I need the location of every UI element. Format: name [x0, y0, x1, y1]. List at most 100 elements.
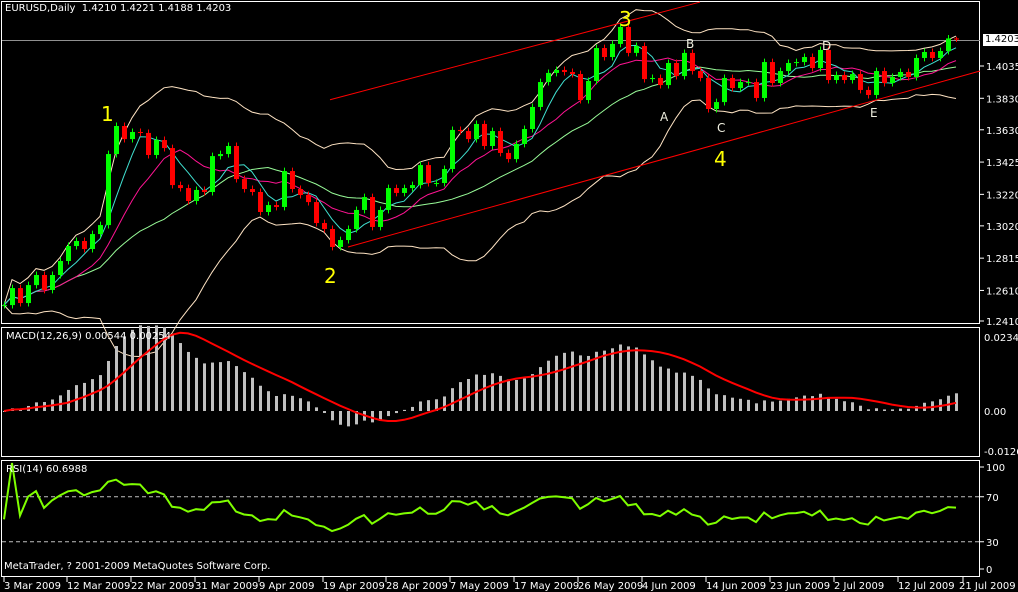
- candle-body: [130, 131, 135, 140]
- time-axis-label: 9 Apr 2009: [259, 581, 314, 592]
- macd-histogram-bar: [571, 351, 574, 411]
- candle-body: [106, 154, 111, 226]
- candle-body: [914, 57, 919, 78]
- macd-histogram-bar: [515, 379, 518, 411]
- candle-body: [274, 205, 279, 207]
- macd-histogram-bar: [843, 401, 846, 411]
- time-axis-label: 14 Jun 2009: [706, 581, 766, 592]
- candle-body: [482, 123, 487, 147]
- macd-histogram-bar: [731, 397, 734, 411]
- candle-body: [354, 209, 359, 230]
- macd-histogram-bar: [867, 409, 870, 411]
- price-axis-label: 1.4035: [986, 62, 1018, 73]
- price-pane: [2, 1, 981, 358]
- candle-body: [610, 43, 615, 58]
- macd-histogram-bar: [299, 398, 302, 411]
- macd-histogram-bar: [91, 379, 94, 411]
- time-axis-label: 4 Jun 2009: [642, 581, 696, 592]
- macd-histogram-bar: [547, 360, 550, 411]
- candle-body: [602, 48, 607, 58]
- candle-body: [90, 234, 95, 250]
- candle-body: [890, 77, 895, 84]
- macd-histogram-bar: [899, 408, 902, 411]
- wave-label-a: A: [660, 110, 669, 124]
- candle-body: [506, 152, 511, 160]
- macd-histogram-bar: [451, 388, 454, 411]
- candle-body: [642, 45, 647, 80]
- macd-axis-label: 0.00: [984, 407, 1006, 418]
- main-pane-frame: [1, 1, 980, 324]
- rsi-axis-label: 0: [986, 565, 992, 576]
- macd-histogram-bar: [491, 373, 494, 411]
- macd-histogram-bar: [827, 396, 830, 411]
- macd-histogram-bar: [75, 385, 78, 411]
- time-axis-label: 3 Mar 2009: [4, 581, 61, 592]
- macd-histogram-bar: [883, 409, 886, 411]
- macd-label: MACD(12,26,9) 0.00544 0.00254: [6, 331, 172, 342]
- macd-histogram-bar: [779, 400, 782, 411]
- macd-histogram-bar: [331, 411, 334, 421]
- candle-body: [58, 260, 63, 276]
- candle-body: [114, 126, 119, 155]
- pane-frames: [1, 1, 980, 577]
- macd-histogram-bar: [715, 394, 718, 411]
- time-axis-label: 21 Jul 2009: [959, 581, 1016, 592]
- candle-body: [826, 49, 831, 81]
- candle-body: [322, 223, 327, 230]
- time-axis-label: 26 May 2009: [578, 581, 643, 592]
- candle-body: [474, 123, 479, 140]
- macd-histogram-bar: [675, 372, 678, 411]
- macd-histogram-bar: [643, 354, 646, 411]
- candle-body: [546, 72, 551, 83]
- candle-body: [458, 129, 463, 132]
- time-axis-label: 12 Mar 2009: [67, 581, 130, 592]
- candle-body: [530, 106, 535, 129]
- wave-label-e: E: [870, 106, 878, 120]
- macd-histogram-bar: [211, 362, 214, 411]
- candle-body: [794, 62, 799, 64]
- macd-histogram-bar: [411, 406, 414, 411]
- wave-label-b: B: [686, 37, 695, 51]
- candle-body: [882, 71, 887, 84]
- candle-body: [698, 71, 703, 78]
- candle-body: [490, 131, 495, 147]
- chart-canvas[interactable]: 1.4035 1.3830 1.3630 1.3425 1.3220 1.3020 1.28…: [0, 0, 1018, 592]
- macd-histogram-bar: [243, 372, 246, 411]
- candle-body: [522, 129, 527, 144]
- candle-body: [498, 131, 503, 153]
- ma-slow-line: [3, 66, 957, 306]
- candle-body: [650, 77, 655, 80]
- rsi-pane: [2, 462, 980, 543]
- candle-body: [194, 189, 199, 201]
- candle-body: [282, 171, 287, 207]
- macd-histogram-bar: [611, 348, 614, 411]
- copyright-text: MetaTrader, ? 2001-2009 MetaQuotes Softw…: [4, 561, 271, 572]
- candle-body: [50, 275, 55, 290]
- candle-body: [18, 288, 23, 304]
- candle-body: [866, 89, 871, 95]
- macd-histogram-bar: [403, 409, 406, 411]
- candle-body: [778, 71, 783, 84]
- time-axis-label: 17 May 2009: [514, 581, 579, 592]
- candle-body: [42, 275, 47, 290]
- macd-histogram-bar: [619, 344, 622, 411]
- candle-body: [586, 80, 591, 101]
- candle-body: [186, 188, 191, 201]
- wave-label-1: 1: [101, 102, 114, 126]
- candle-body: [946, 38, 951, 52]
- candle-body: [666, 63, 671, 86]
- candle-body: [66, 246, 71, 261]
- candle-body: [394, 188, 399, 193]
- macd-histogram-bar: [395, 411, 398, 414]
- candle-body: [154, 140, 159, 155]
- candle-body: [874, 71, 879, 95]
- macd-histogram-bar: [275, 395, 278, 411]
- macd-histogram-bar: [683, 372, 686, 411]
- macd-histogram-bar: [755, 403, 758, 411]
- candle-body: [690, 52, 695, 72]
- price-axis-label: 1.3630: [986, 126, 1018, 137]
- macd-histogram-bar: [739, 398, 742, 411]
- candle-body: [10, 288, 15, 306]
- time-axis-label: 19 Apr 2009: [323, 581, 385, 592]
- rsi-label: RSI(14) 60.6988: [6, 464, 88, 475]
